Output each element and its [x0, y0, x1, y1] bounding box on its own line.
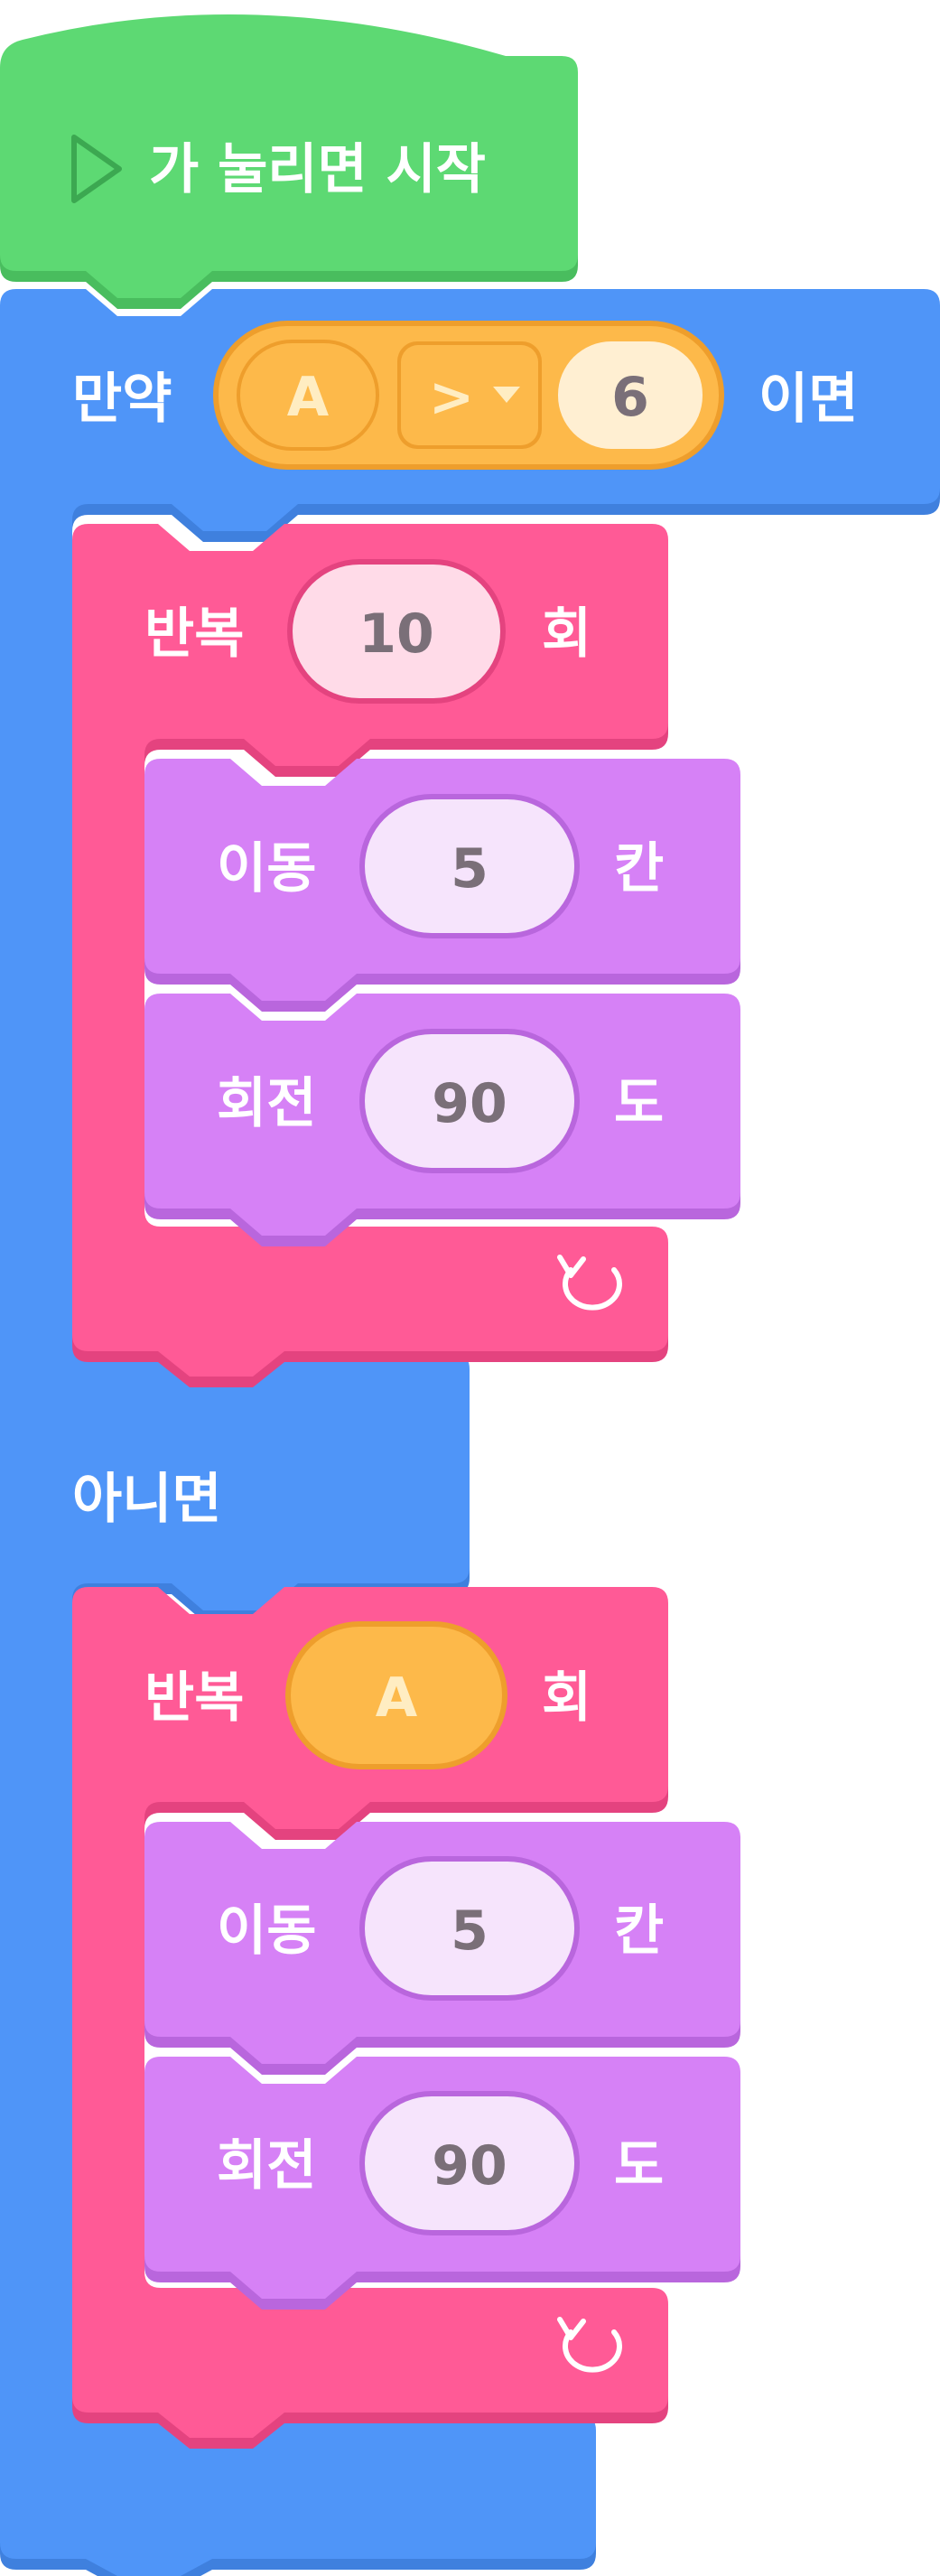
repeat-count: 10 — [358, 602, 434, 666]
condition-left: A — [287, 366, 330, 429]
turn-block-2[interactable]: 회전 90 도 — [144, 2057, 740, 2310]
move-unit: 칸 — [614, 1899, 664, 1963]
code-canvas: 만약 이면 아니면 A > 6 가 눌리면 시작 반복 10 회 이동 5 칸 … — [0, 14, 940, 2576]
turn-degrees-input[interactable]: 90 — [359, 2091, 580, 2235]
turn-degrees: 90 — [432, 2134, 507, 2198]
repeat-unit: 회 — [542, 602, 591, 666]
turn-unit: 도 — [614, 1072, 664, 1135]
condition-operator: > — [429, 366, 474, 429]
turn-unit: 도 — [614, 2134, 664, 2198]
condition-block[interactable]: A > 6 — [213, 321, 724, 470]
turn-degrees-input[interactable]: 90 — [359, 1029, 580, 1173]
repeat-count-input[interactable]: 10 — [287, 559, 506, 704]
repeat-label: 반복 — [144, 1666, 244, 1730]
repeat-unit: 회 — [542, 1666, 591, 1730]
else-label: 아니면 — [72, 1468, 222, 1531]
turn-label: 회전 — [217, 2134, 316, 2198]
move-label: 이동 — [217, 837, 316, 901]
condition-right: 6 — [611, 366, 649, 429]
move-steps: 5 — [451, 837, 489, 901]
move-steps-input[interactable]: 5 — [359, 1856, 580, 2001]
event-label: 가 눌리면 시작 — [149, 138, 486, 201]
move-label: 이동 — [217, 1899, 316, 1963]
repeat-count-variable-chip[interactable]: A — [285, 1621, 507, 1769]
turn-label: 회전 — [217, 1072, 316, 1135]
variable-a-chip[interactable]: A — [237, 340, 379, 451]
repeat-count: A — [376, 1666, 418, 1730]
move-steps: 5 — [451, 1899, 489, 1963]
event-hat-block[interactable]: 가 눌리면 시작 — [0, 14, 578, 310]
then-label: 이면 — [759, 368, 858, 431]
move-block-2[interactable]: 이동 5 칸 — [144, 1822, 740, 2075]
move-steps-input[interactable]: 5 — [359, 794, 580, 938]
move-unit: 칸 — [614, 837, 664, 901]
move-block-1[interactable]: 이동 5 칸 — [144, 759, 740, 1012]
repeat-label: 반복 — [144, 602, 244, 666]
if-label: 만약 — [72, 368, 172, 431]
turn-block-1[interactable]: 회전 90 도 — [144, 994, 740, 1246]
condition-right-input[interactable]: 6 — [558, 341, 703, 449]
turn-degrees: 90 — [432, 1072, 507, 1135]
operator-dropdown[interactable]: > — [397, 341, 542, 449]
